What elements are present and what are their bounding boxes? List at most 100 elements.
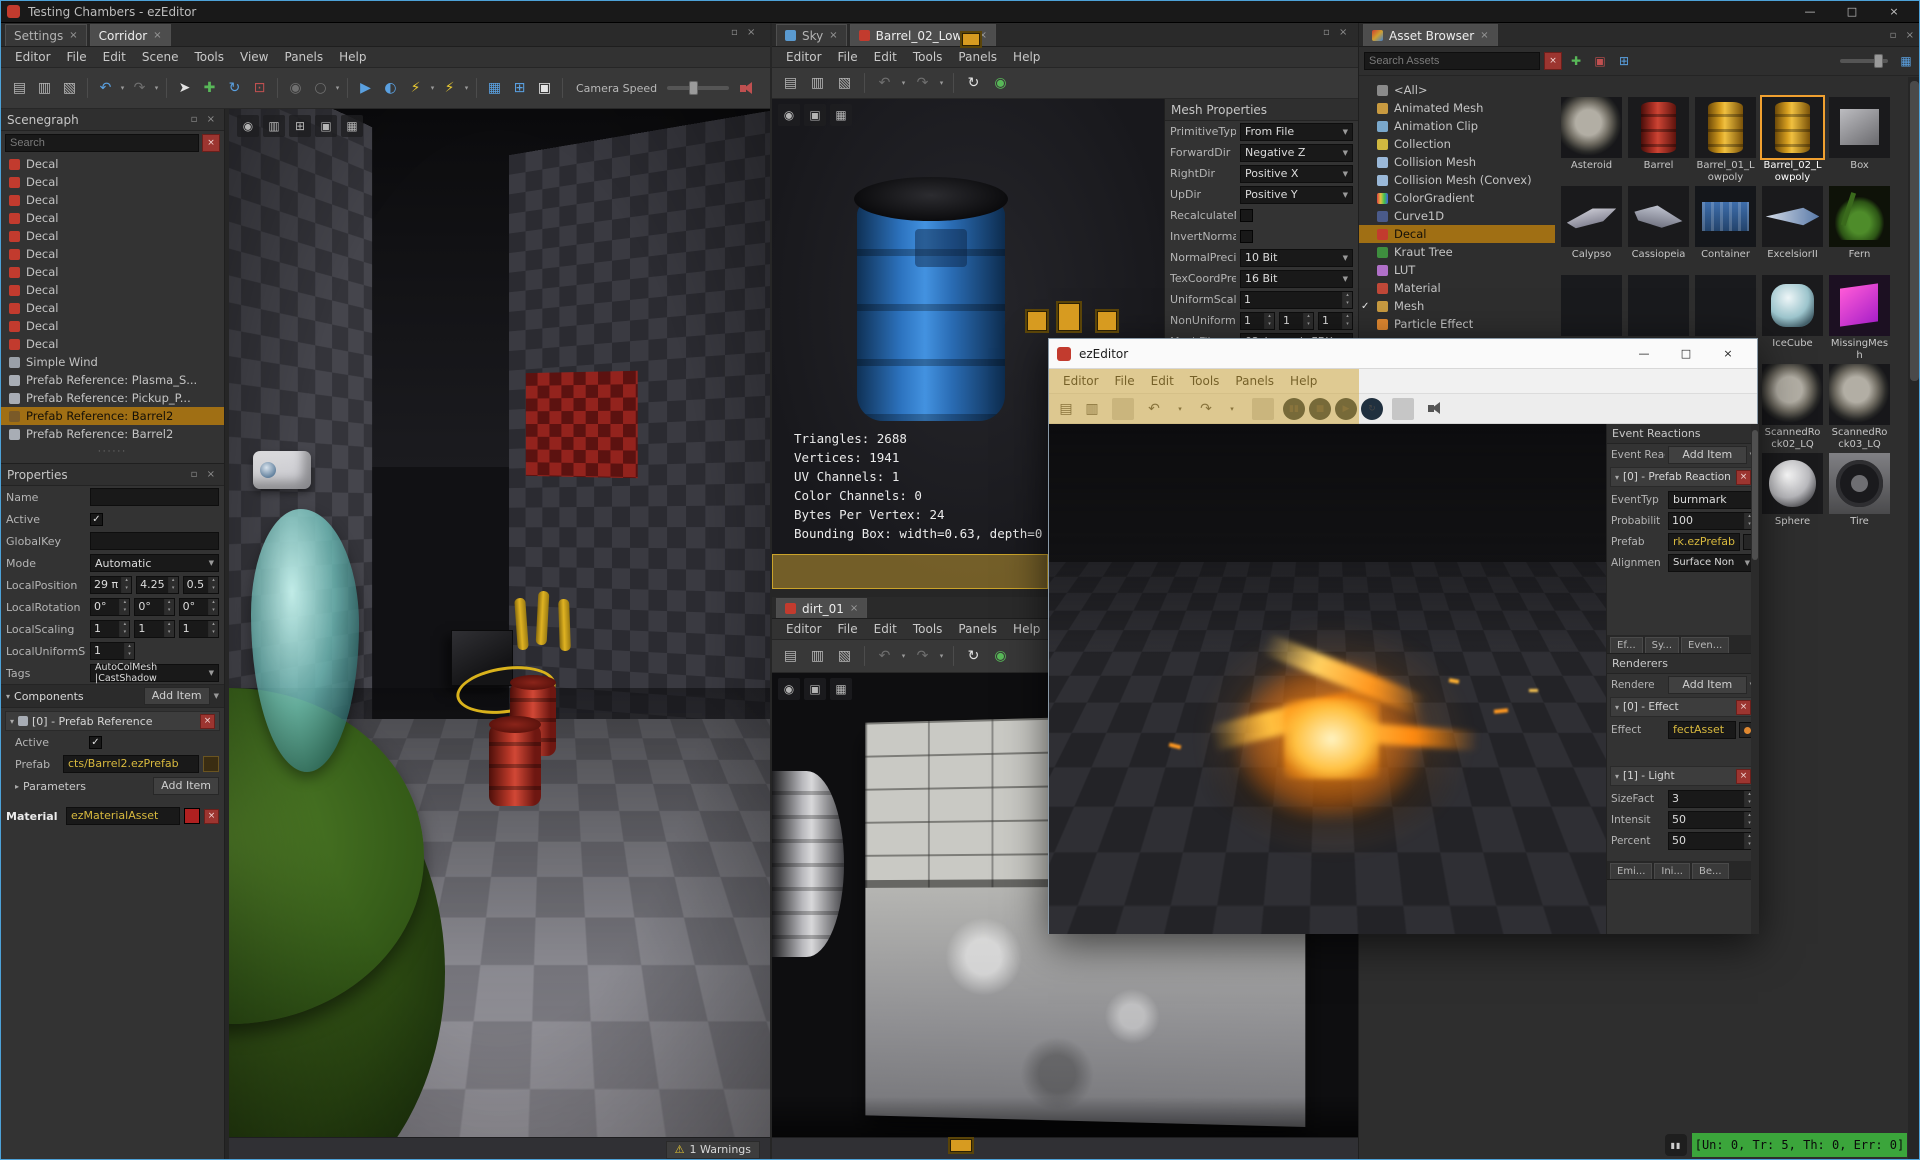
asset-card[interactable]: IceCube [1762,275,1823,350]
rightdir-dropdown[interactable]: Positive X ▼ [1240,164,1353,183]
particle-viewport[interactable] [1049,424,1606,934]
rotation-x-spinner[interactable]: 0° ▴ ▾ [90,598,131,616]
eventtype-field[interactable]: burnmark [1668,490,1755,509]
prefab-browse-button[interactable] [203,756,219,772]
position-y-spinner[interactable]: 4.25 ▴ ▾ [136,576,179,594]
scenegraph-item[interactable]: Decal [1,317,224,335]
play-icon[interactable]: ▶ [1335,397,1357,420]
render-mode-icon[interactable]: ▣ [532,76,557,101]
paste-icon[interactable]: ▧ [832,71,857,96]
tab-close-icon[interactable]: × [69,26,77,46]
mode-dropdown[interactable]: Automatic ▼ [90,554,219,572]
menu-item[interactable]: Tools [905,49,951,65]
reload-icon[interactable]: ↻ [961,644,986,669]
maximize-button[interactable]: □ [1831,1,1873,23]
thunder2-icon[interactable]: ⚡ [437,76,462,101]
redo-icon[interactable]: ↷ [910,71,935,96]
asset-card[interactable]: MissingMesh [1829,275,1890,362]
menu-item[interactable]: View [232,49,276,65]
scenegraph-header[interactable]: Scenegraph ▫ × [1,109,224,131]
float-titlebar[interactable]: ezEditor — □ × [1049,339,1757,369]
nonuniform-z-spinner[interactable]: 1 ▴ ▾ [1318,311,1353,330]
scenegraph-item[interactable]: Decal [1,173,224,191]
panel-dock-icons[interactable]: ▫ × [191,469,218,480]
paste-icon[interactable]: ▧ [57,76,82,101]
nonuniform-y-spinner[interactable]: 1 ▴ ▾ [1279,311,1314,330]
clear-search-icon[interactable]: × [202,134,220,152]
intensity-spinner[interactable]: 50 ▴ ▾ [1668,810,1755,829]
add-renderer-button[interactable]: Add Item [1668,675,1747,694]
asset-type-item[interactable]: Animation Clip [1359,117,1555,135]
asset-card[interactable]: Container [1695,186,1756,261]
red-barrel-front[interactable] [488,716,541,807]
play-icon[interactable]: ▶ [353,76,378,101]
simulate-icon[interactable]: ◐ [378,76,403,101]
maximize-button[interactable]: □ [1665,343,1707,365]
expand-icon[interactable]: ⊞ [289,115,311,137]
tab-close-icon[interactable]: × [829,26,837,46]
dock-icons[interactable]: ▫ × [1890,30,1917,41]
grid-icon[interactable]: ▦ [830,104,852,126]
menu-item[interactable]: Tools [186,49,232,65]
material-color-swatch[interactable] [184,808,200,824]
save-all-icon[interactable]: ▥ [805,71,830,96]
filter-assets-icon[interactable]: ▣ [1590,51,1610,71]
asset-search-input[interactable] [1364,52,1540,70]
asset-card[interactable]: ScannedRock03_LQ [1829,364,1890,451]
view-mode-icon[interactable]: ⊞ [1614,51,1634,71]
tab-close-icon[interactable]: × [1480,26,1488,46]
panel-tab[interactable]: Ef... [1610,637,1643,653]
globe-icon[interactable]: ◉ [988,71,1013,96]
grid-icon[interactable]: ▦ [830,678,852,700]
menu-item[interactable]: File [59,49,95,65]
scenegraph-item[interactable]: Prefab Reference: Plasma_S... [1,371,224,389]
scenegraph-item[interactable]: Decal [1,299,224,317]
thumbnail-size-slider[interactable] [1840,54,1888,68]
scenegraph-item[interactable]: Decal [1,209,224,227]
asset-doc-tab[interactable]: Sky × [776,24,847,46]
thumbnail-grid-icon[interactable]: ▦ [1896,51,1916,71]
prefab-asset-field[interactable]: cts/Barrel2.ezPrefab [63,755,199,773]
save-all-icon[interactable]: ▥ [805,644,830,669]
asset-type-item[interactable]: ✓ Mesh [1359,297,1555,315]
asset-card[interactable]: ScannedRock02_LQ [1762,364,1823,451]
minimize-button[interactable]: — [1623,343,1665,365]
primitivetype-dropdown[interactable]: From File ▼ [1240,122,1353,141]
camera-icon[interactable]: ◉ [237,115,259,137]
uniform-scaling-spinner[interactable]: 1 ▴ ▾ [90,642,135,660]
component-active-checkbox[interactable]: ✓ [89,735,102,749]
asset-type-item[interactable]: Particle Effect [1359,315,1555,333]
panel-tab[interactable]: Even... [1681,637,1730,653]
panel-tab[interactable]: Be... [1691,863,1729,879]
menu-item[interactable]: Tools [905,621,951,637]
scenegraph-item[interactable]: Prefab Reference: Barrel2 [1,407,224,425]
translate-icon[interactable]: ✚ [197,76,222,101]
panel-tab[interactable]: Ini... [1654,863,1690,879]
menu-item[interactable]: Edit [1143,373,1182,389]
remove-material-button[interactable]: × [204,808,219,824]
snapshot-icon[interactable]: ▣ [804,104,826,126]
remove-effect-button[interactable]: × [1736,699,1751,715]
menu-item[interactable]: Panels [277,49,332,65]
scaling-x-spinner[interactable]: 1 ▴ ▾ [90,620,131,638]
restart-icon[interactable]: ↻ [1361,397,1383,420]
new-asset-icon[interactable]: ✚ [1566,51,1586,71]
dock-target-bottom[interactable] [948,1137,974,1154]
warnings-button[interactable]: ⚠ 1 Warnings [665,1140,760,1159]
scenegraph-item[interactable]: Simple Wind [1,353,224,371]
dock-target-right[interactable] [1095,309,1119,333]
remove-reaction-button[interactable]: × [1736,469,1751,485]
percentage-spinner[interactable]: 50 ▴ ▾ [1668,831,1755,850]
snap-icon[interactable]: ⊞ [507,76,532,101]
properties-header[interactable]: Properties ▫ × [1,464,224,486]
nonuniform-x-spinner[interactable]: 1 ▴ ▾ [1240,311,1275,330]
save-icon[interactable]: ▤ [778,644,803,669]
asset-type-item[interactable]: ColorGradient [1359,189,1555,207]
asset-card[interactable]: Fern [1829,186,1890,261]
tab-close-icon[interactable]: × [850,600,858,618]
menu-item[interactable]: File [830,49,866,65]
asset-type-item[interactable]: Collision Mesh [1359,153,1555,171]
scenegraph-item[interactable]: Decal [1,335,224,353]
sizefactor-spinner[interactable]: 3 ▴ ▾ [1668,789,1755,808]
reload-icon[interactable]: ↻ [961,71,986,96]
